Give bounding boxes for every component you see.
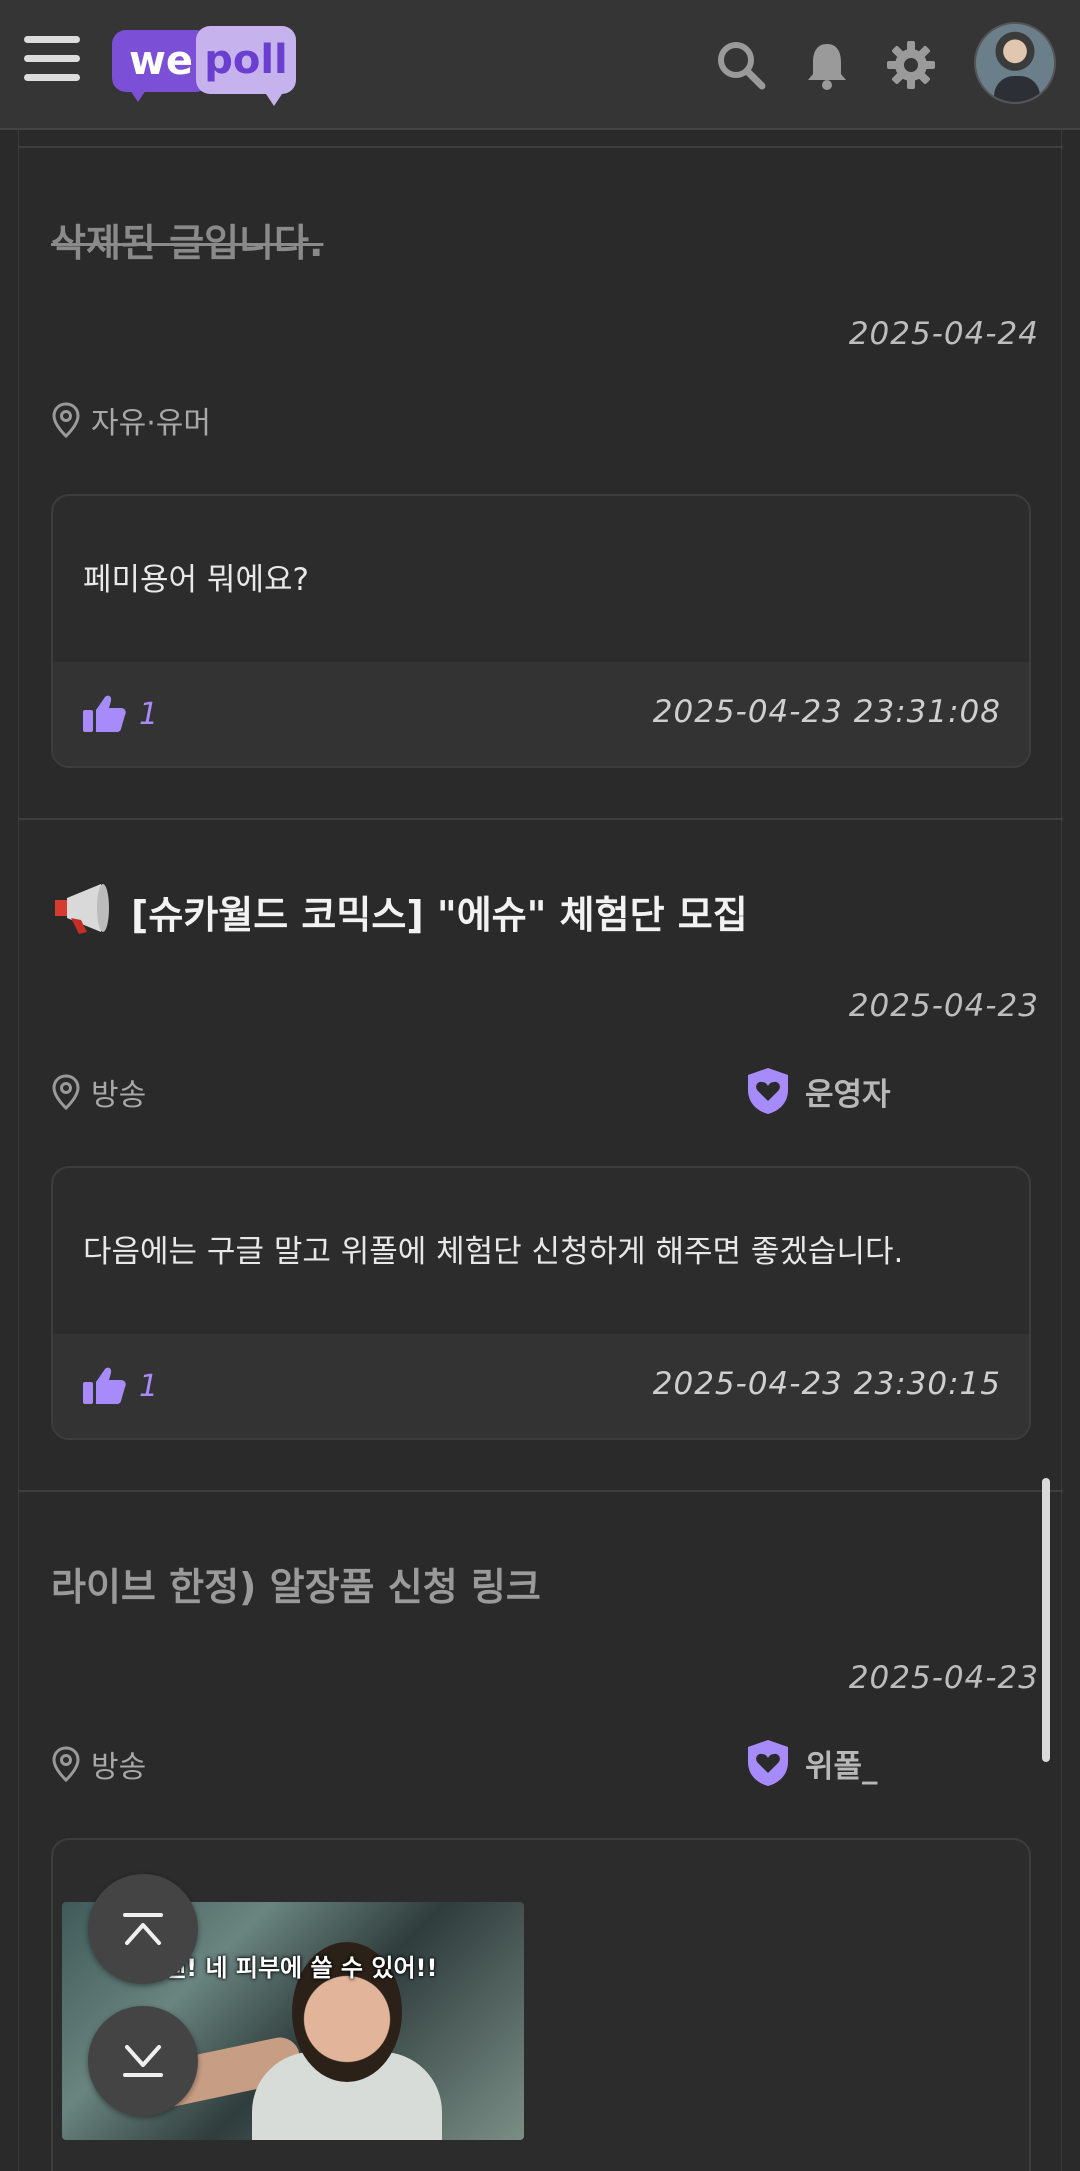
post-date: 2025-04-23: [848, 1660, 1039, 1696]
scroll-top-button[interactable]: [88, 1874, 198, 1984]
post-item[interactable]: 삭제된 글입니다. 2025-04-24 자유·유머 페미용어 뭐에요? 1 2…: [19, 146, 1063, 818]
location-pin-icon: [52, 402, 80, 438]
chevron-down-icon: [123, 2045, 163, 2077]
author-name: 위폴_: [805, 1748, 878, 1785]
bell-icon[interactable]: [800, 38, 854, 92]
post-title[interactable]: [슈카월드 코믹스] "에슈" 체험단 모집: [131, 884, 748, 939]
post-title[interactable]: 라이브 한정) 알장품 신청 링크: [51, 1556, 541, 1611]
top-app-bar: we poll: [0, 0, 1080, 130]
author-name: 운영자: [805, 1076, 891, 1113]
post-date: 2025-04-24: [848, 316, 1039, 352]
post-category-label: 자유·유머: [91, 406, 211, 441]
post-feed: 삭제된 글입니다. 2025-04-24 자유·유머 페미용어 뭐에요? 1 2…: [18, 130, 1063, 2171]
thumbs-up-icon: [83, 1367, 126, 1404]
comment-footer: 1 2025-04-23 23:31:08: [53, 662, 1029, 766]
post-author[interactable]: 위폴_: [745, 1738, 878, 1788]
chevron-up-icon: [123, 1913, 163, 1945]
menu-icon[interactable]: [24, 36, 80, 86]
scrollbar-thumb[interactable]: [1042, 1478, 1050, 1762]
post-title[interactable]: 삭제된 글입니다.: [51, 212, 323, 267]
post-date: 2025-04-23: [848, 988, 1039, 1024]
comment-card[interactable]: 페미용어 뭐에요? 1 2025-04-23 23:31:08: [51, 494, 1031, 768]
comment-timestamp: 2025-04-23 23:31:08: [652, 694, 1001, 730]
thumbs-up-icon: [83, 695, 126, 732]
post-category: 자유·유머: [51, 398, 211, 442]
comment-card[interactable]: 다음에는 구글 말고 위폴에 체험단 신청하게 해주면 좋겠습니다. 1 202…: [51, 1166, 1031, 1440]
comment-text: 페미용어 뭐에요?: [83, 562, 309, 598]
comment-text: 다음에는 구글 말고 위폴에 체험단 신청하게 해주면 좋겠습니다.: [83, 1234, 904, 1270]
post-author[interactable]: 운영자: [745, 1066, 891, 1116]
user-avatar[interactable]: [974, 22, 1056, 104]
post-category: 방송: [51, 1070, 146, 1114]
post-category-label: 방송: [91, 1750, 147, 1785]
post-category: 방송: [51, 1742, 146, 1786]
post-category-label: 방송: [91, 1078, 147, 1113]
search-icon[interactable]: [714, 38, 768, 92]
like-count: 1: [139, 1368, 159, 1404]
shield-heart-icon: [748, 1068, 788, 1114]
comment-likes[interactable]: 1: [81, 1366, 158, 1406]
megaphone-icon: [55, 884, 109, 934]
location-pin-icon: [52, 1074, 80, 1110]
like-count: 1: [139, 696, 159, 732]
post-item[interactable]: [슈카월드 코믹스] "에슈" 체험단 모집 2025-04-23 방송 운영자…: [19, 818, 1063, 1490]
comment-likes[interactable]: 1: [81, 694, 158, 734]
shield-heart-icon: [748, 1740, 788, 1786]
wepoll-logo[interactable]: we poll: [112, 26, 302, 108]
location-pin-icon: [52, 1746, 80, 1782]
comment-footer: 1 2025-04-23 23:30:15: [53, 1334, 1029, 1438]
gear-icon[interactable]: [884, 38, 938, 92]
logo-poll-text: poll: [196, 26, 296, 94]
scroll-bottom-button[interactable]: [88, 2006, 198, 2116]
comment-timestamp: 2025-04-23 23:30:15: [652, 1366, 1001, 1402]
